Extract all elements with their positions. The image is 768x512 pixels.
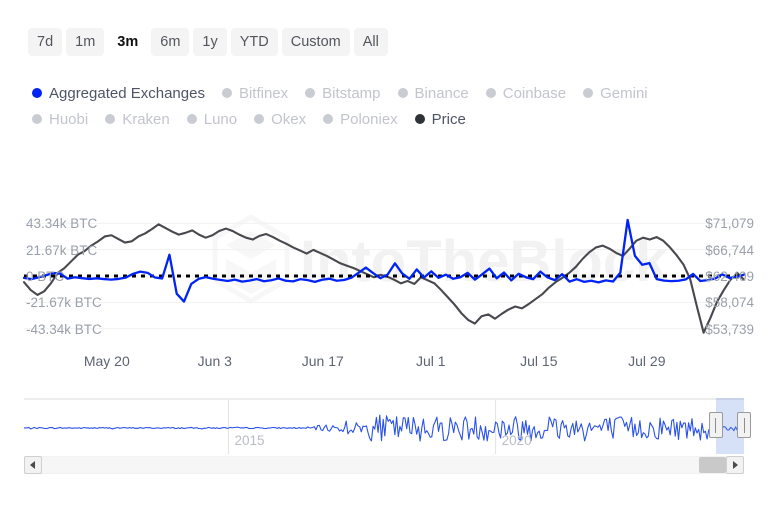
- y-axis-right-tick-label: $71,079: [705, 216, 754, 232]
- x-axis-tick-label: Jul 29: [628, 353, 666, 369]
- legend-item-aggregated-exchanges[interactable]: Aggregated Exchanges: [32, 82, 205, 104]
- legend-label: Okex: [271, 110, 307, 128]
- legend-item-poloniex[interactable]: Poloniex: [323, 108, 398, 130]
- range-button-7d[interactable]: 7d: [28, 28, 63, 57]
- range-button-3m[interactable]: 3m: [108, 28, 147, 56]
- price-series-line: [22, 223, 746, 334]
- x-axis-tick-label: May 20: [83, 353, 130, 369]
- chart-legend[interactable]: Aggregated Exchanges Bitfinex Bitstamp Bina…: [32, 82, 692, 132]
- y-axis-right-tick-label: $66,744: [705, 242, 754, 258]
- legend-dot-icon: [583, 88, 594, 98]
- navigator-handle-right[interactable]: [737, 412, 751, 438]
- legend-item-coinbase[interactable]: Coinbase: [485, 82, 567, 104]
- range-button-1y[interactable]: 1y: [193, 28, 227, 57]
- legend-dot-icon: [323, 114, 334, 124]
- range-selector[interactable]: 7d 1m 3m 6m 1y YTD Custom All: [28, 28, 388, 57]
- legend-dot-icon: [397, 88, 408, 98]
- navigator-year-label: 2015: [234, 433, 265, 448]
- range-button-6m[interactable]: 6m: [151, 28, 190, 57]
- range-button-all[interactable]: All: [353, 28, 388, 57]
- legend-label: Bitfinex: [238, 84, 289, 102]
- legend-dot-icon: [32, 88, 42, 98]
- y-axis-left-tick-label: 21.67k BTC: [26, 242, 98, 258]
- y-axis-left-tick-label: -43.34k BTC: [26, 321, 102, 337]
- legend-label: Coinbase: [502, 84, 567, 102]
- main-chart[interactable]: IntoTheBlock 43.34k BTC 21.67k BTC 0 BTC -2…: [0, 186, 768, 368]
- legend-item-bitfinex[interactable]: Bitfinex: [221, 82, 289, 104]
- legend-label: Luno: [203, 110, 238, 128]
- chart-scrollbar[interactable]: [24, 456, 744, 474]
- legend-label: Bitstamp: [322, 84, 381, 102]
- legend-item-okex[interactable]: Okex: [254, 108, 306, 130]
- y-axis-right-tick-label: $53,739: [705, 321, 754, 337]
- legend-label: Poloniex: [340, 110, 398, 128]
- navigator-handle-left[interactable]: [708, 412, 723, 438]
- y-axis-left-tick-label: -21.67k BTC: [26, 295, 102, 311]
- legend-dot-icon: [414, 114, 425, 124]
- scrollbar-right-arrow-button[interactable]: [726, 456, 744, 474]
- scrollbar-track[interactable]: [42, 457, 726, 473]
- legend-dot-icon: [32, 114, 42, 124]
- caret-right-icon: [733, 461, 738, 469]
- legend-item-huobi[interactable]: Huobi: [32, 108, 88, 130]
- legend-dot-icon: [105, 114, 116, 124]
- legend-item-bitstamp[interactable]: Bitstamp: [305, 82, 381, 104]
- legend-dot-icon: [221, 88, 232, 98]
- legend-label: Gemini: [600, 84, 648, 102]
- range-button-ytd[interactable]: YTD: [230, 28, 278, 57]
- chart-navigator[interactable]: 2015 2020: [24, 398, 751, 454]
- x-axis-tick-label: Jun 3: [197, 353, 232, 369]
- legend-item-price[interactable]: Price: [414, 108, 466, 130]
- chart-plot[interactable]: [0, 186, 768, 368]
- legend-label: Binance: [414, 84, 469, 102]
- y-axis-right-tick-label: $58,074: [705, 295, 754, 311]
- aggregated-exchanges-series-line: [22, 218, 746, 303]
- y-axis-left-tick-label: 43.34k BTC: [26, 216, 98, 232]
- legend-item-binance[interactable]: Binance: [397, 82, 469, 104]
- caret-left-icon: [30, 461, 35, 469]
- navigator-sparkline: [24, 398, 744, 454]
- scrollbar-left-arrow-button[interactable]: [24, 456, 42, 474]
- x-axis-tick-label: Jun 17: [301, 353, 344, 369]
- legend-dot-icon: [186, 114, 197, 124]
- navigator-year-label: 2020: [501, 433, 532, 448]
- range-button-custom[interactable]: Custom: [281, 28, 350, 57]
- x-axis-tick-label: Jul 15: [520, 353, 558, 369]
- scrollbar-thumb[interactable]: [699, 457, 726, 473]
- legend-label: Price: [431, 110, 466, 128]
- legend-item-luno[interactable]: Luno: [186, 108, 238, 130]
- legend-dot-icon: [254, 114, 265, 124]
- y-axis-right-tick-label: $62,409: [705, 269, 754, 284]
- legend-label: Aggregated Exchanges: [49, 84, 205, 102]
- range-button-1m[interactable]: 1m: [66, 28, 105, 57]
- legend-dot-icon: [485, 88, 496, 98]
- legend-label: Huobi: [49, 110, 89, 128]
- legend-dot-icon: [305, 88, 316, 98]
- y-axis-left-tick-label: 0 BTC: [26, 269, 65, 284]
- legend-label: Kraken: [122, 110, 170, 128]
- legend-item-gemini[interactable]: Gemini: [583, 82, 648, 104]
- x-axis-tick-label: Jul 1: [416, 353, 446, 369]
- legend-item-kraken[interactable]: Kraken: [105, 108, 170, 130]
